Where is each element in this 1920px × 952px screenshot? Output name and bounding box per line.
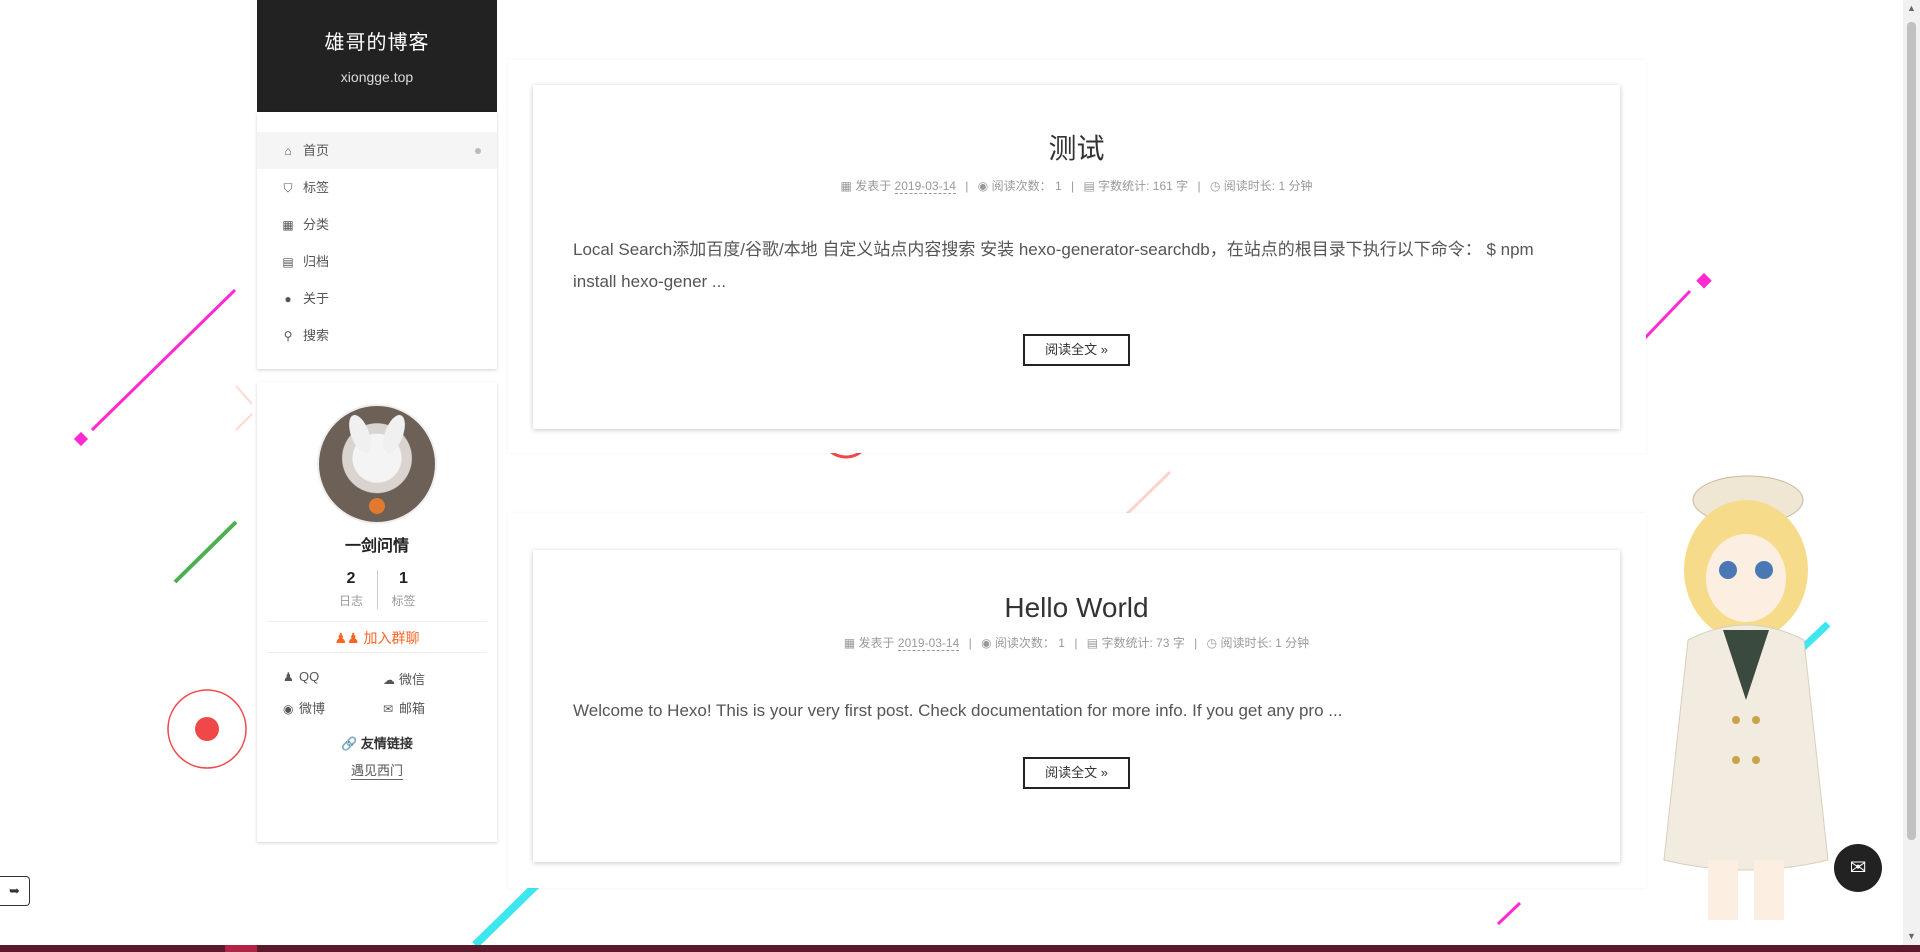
posts-label: 日志 bbox=[338, 594, 363, 608]
clock-icon: ◷ bbox=[1209, 179, 1221, 193]
tags-count: 1 bbox=[399, 570, 408, 587]
clock-icon: ◷ bbox=[1206, 636, 1218, 650]
chat-button[interactable]: ✉ bbox=[1834, 844, 1882, 892]
live2d-mascot[interactable] bbox=[1628, 460, 1868, 922]
th-icon: ▦ bbox=[282, 218, 294, 232]
author-profile: 一剑问情 2 日志 1 标签 ♟♟ 加入群聊 ♟ QQ ☁ 微信 ◉ 微博 ✉ … bbox=[257, 382, 497, 842]
tags-label: 标签 bbox=[391, 594, 416, 608]
main-menu: ⌂ 首页 ⛉ 标签 ▦ 分类 ▤ 归档 ● 关于 ⚲ 搜索 bbox=[257, 112, 497, 369]
calendar-icon: ▦ bbox=[843, 636, 856, 650]
tags-stat[interactable]: 1 标签 bbox=[377, 570, 429, 609]
site-subtitle: xiongge.top bbox=[340, 69, 414, 85]
user-icon: ● bbox=[284, 292, 292, 306]
menu-item-archives[interactable]: ▤ 归档 bbox=[257, 243, 497, 280]
users-icon: ♟♟ bbox=[334, 630, 360, 646]
post-meta: ▦ 发表于 2019-03-14 | ◉ 阅读次数： 1 | ▤ 字数统计: 7… bbox=[843, 636, 1310, 651]
scrollbar-thumb[interactable] bbox=[1907, 22, 1916, 840]
author-name: 一剑问情 bbox=[344, 538, 409, 555]
post-title[interactable]: 测试 bbox=[533, 127, 1620, 167]
social-qq-link[interactable]: ♟ QQ bbox=[275, 669, 377, 688]
post-read-time: 阅读时长: 1 分钟 bbox=[1223, 179, 1313, 193]
menu-item-categories[interactable]: ▦ 分类 bbox=[257, 206, 497, 243]
friend-link[interactable]: 遇见西门 bbox=[350, 760, 403, 780]
scroll-up-arrow-icon[interactable]: ▲ bbox=[1903, 0, 1920, 17]
read-more-button[interactable]: 阅读全文 » bbox=[1023, 757, 1130, 789]
eye-icon: ◉ bbox=[981, 636, 992, 650]
menu-item-home[interactable]: ⌂ 首页 bbox=[257, 132, 497, 169]
post-date[interactable]: 2019-03-14 bbox=[894, 179, 956, 194]
menu-item-label: 分类 bbox=[303, 217, 330, 232]
menu-item-label: 首页 bbox=[303, 143, 330, 158]
site-title[interactable]: 雄哥的博客 bbox=[257, 26, 497, 55]
scroll-down-arrow-icon[interactable]: ▼ bbox=[1903, 928, 1920, 945]
file-word-icon: ▤ bbox=[1083, 179, 1095, 193]
search-icon: ⚲ bbox=[283, 329, 293, 343]
weibo-icon: ◉ bbox=[283, 702, 294, 716]
social-weibo-link[interactable]: ◉ 微博 bbox=[275, 698, 377, 717]
page-scrollbar[interactable]: ▲ ▼ bbox=[1903, 0, 1920, 945]
os-taskbar bbox=[0, 945, 1920, 952]
home-icon: ⌂ bbox=[284, 144, 292, 158]
post-meta: ▦ 发表于 2019-03-14 | ◉ 阅读次数： 1 | ▤ 字数统计: 1… bbox=[840, 179, 1313, 194]
post-word-count: 字数统计: 161 字 bbox=[1098, 179, 1189, 193]
archive-icon: ▤ bbox=[282, 255, 294, 269]
site-stats: 2 日志 1 标签 bbox=[257, 570, 497, 609]
menu-item-label: 关于 bbox=[303, 291, 330, 306]
calendar-icon: ▦ bbox=[840, 179, 852, 193]
site-brand[interactable]: 雄哥的博客 xiongge.top bbox=[257, 0, 497, 112]
post-excerpt: Welcome to Hexo! This is your very first… bbox=[573, 701, 1343, 720]
menu-item-about[interactable]: ● 关于 bbox=[257, 280, 497, 317]
mail-icon: ✉ bbox=[383, 702, 394, 716]
share-icon: ➥ bbox=[9, 883, 20, 898]
post-views: 1 bbox=[1054, 179, 1062, 193]
join-label: 加入群聊 bbox=[363, 630, 420, 646]
wechat-icon: ☁ bbox=[383, 673, 395, 687]
qq-icon: ♟ bbox=[283, 670, 294, 684]
social-wechat-link[interactable]: ☁ 微信 bbox=[377, 669, 479, 688]
post-word-count: 字数统计: 73 字 bbox=[1101, 636, 1185, 650]
post-date[interactable]: 2019-03-14 bbox=[897, 636, 960, 651]
post-card-1: 测试 ▦ 发表于 2019-03-14 | ◉ 阅读次数： 1 | ▤ 字数统计… bbox=[533, 85, 1620, 429]
post-read-time: 阅读时长: 1 分钟 bbox=[1220, 636, 1310, 650]
link-icon: 🔗 bbox=[341, 736, 358, 751]
eye-icon: ◉ bbox=[977, 179, 989, 193]
active-indicator bbox=[475, 148, 481, 154]
join-group-chat-button[interactable]: ♟♟ 加入群聊 bbox=[267, 621, 487, 653]
menu-item-label: 归档 bbox=[303, 254, 330, 269]
menu-item-tags[interactable]: ⛉ 标签 bbox=[257, 169, 497, 206]
avatar bbox=[317, 404, 437, 524]
posts-stat[interactable]: 2 日志 bbox=[325, 570, 377, 609]
file-word-icon: ▤ bbox=[1086, 636, 1099, 650]
post-excerpt: Local Search添加百度/谷歌/本地 自定义站点内容搜索 安装 hexo… bbox=[573, 240, 1534, 291]
comments-icon: ✉ bbox=[1849, 857, 1867, 879]
share-button[interactable]: ➥ bbox=[0, 876, 30, 906]
friend-links-title: 🔗 友情链接 bbox=[341, 736, 413, 751]
menu-item-search[interactable]: ⚲ 搜索 bbox=[257, 317, 497, 354]
post-card-2: Hello World ▦ 发表于 2019-03-14 | ◉ 阅读次数： 1… bbox=[533, 550, 1620, 862]
tags-icon: ⛉ bbox=[283, 181, 293, 195]
read-more-button[interactable]: 阅读全文 » bbox=[1023, 334, 1130, 366]
posts-count: 2 bbox=[346, 570, 356, 587]
menu-item-label: 搜索 bbox=[303, 328, 330, 343]
social-links: ♟ QQ ☁ 微信 ◉ 微博 ✉ 邮箱 bbox=[275, 669, 479, 717]
menu-item-label: 标签 bbox=[303, 180, 330, 195]
post-title[interactable]: Hello World bbox=[533, 592, 1620, 624]
post-views: 1 bbox=[1058, 636, 1065, 650]
social-mail-link[interactable]: ✉ 邮箱 bbox=[377, 698, 479, 717]
